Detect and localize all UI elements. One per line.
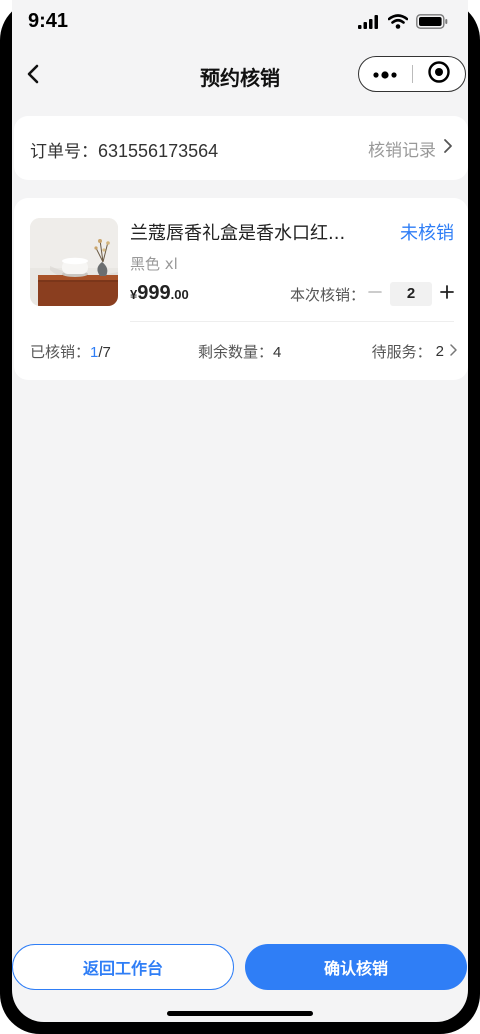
battery-icon — [416, 14, 448, 33]
pending-label: 待服务： — [371, 343, 432, 361]
app-screen: 9:41 预约核销 订单号：631556173564 核销记录 兰蔻唇香礼盒是香… — [12, 0, 468, 1022]
order-number-value: 631556173564 — [98, 141, 219, 161]
order-number-row: 订单号：631556173564 — [30, 137, 218, 162]
decrease-quantity-button[interactable] — [364, 282, 386, 304]
status-bar: 9:41 — [12, 0, 468, 44]
record-link-label: 核销记录 — [368, 141, 436, 161]
price-decimal: .00 — [170, 287, 189, 302]
chevron-right-icon — [442, 138, 454, 159]
verified-count: 已核销：1/7 — [30, 341, 111, 362]
product-image[interactable] — [30, 218, 118, 306]
verified-label: 已核销： — [30, 343, 91, 361]
product-name: 兰蔻唇香礼盒是香水口红... — [130, 223, 346, 244]
remaining-value: 4 — [273, 344, 282, 361]
miniprogram-capsule — [358, 56, 466, 92]
order-card: 订单号：631556173564 核销记录 — [14, 116, 468, 180]
minus-icon — [368, 284, 382, 303]
remaining-count: 剩余数量：4 — [198, 341, 281, 362]
increase-quantity-button[interactable] — [436, 282, 458, 304]
pending-service-link[interactable]: 待服务： 2 — [372, 341, 458, 362]
product-spec: 黑色 xl — [130, 255, 178, 273]
pending-value: 2 — [435, 343, 444, 360]
phone-frame: 9:41 预约核销 订单号：631556173564 核销记录 兰蔻唇香礼盒是香… — [0, 0, 480, 1034]
wifi-icon — [387, 14, 409, 33]
chevron-right-icon — [448, 343, 458, 361]
confirm-verification-button[interactable]: 确认核销 — [245, 944, 467, 990]
card-divider — [130, 321, 454, 322]
plus-icon — [440, 284, 454, 303]
status-icons — [358, 14, 448, 33]
more-dots-icon — [371, 65, 399, 84]
back-to-workbench-button[interactable]: 返回工作台 — [12, 944, 234, 990]
verify-quantity-label: 本次核销： — [290, 286, 366, 304]
verified-total: /7 — [98, 344, 111, 361]
nav-bar: 预约核销 — [12, 50, 468, 100]
verification-record-link[interactable]: 核销记录 — [368, 136, 454, 161]
order-number-label: 订单号： — [30, 142, 98, 162]
target-circle-icon — [427, 60, 451, 88]
home-indicator — [167, 1011, 313, 1016]
signal-icon — [358, 14, 380, 33]
more-button[interactable] — [359, 57, 412, 91]
remaining-label: 剩余数量： — [198, 343, 274, 361]
quantity-input[interactable]: 2 — [390, 282, 432, 306]
close-miniprogram-button[interactable] — [413, 57, 466, 91]
product-price: ¥999.00 — [130, 282, 189, 305]
price-integer: 999 — [137, 282, 171, 304]
status-badge: 未核销 — [400, 223, 454, 244]
status-time: 9:41 — [28, 10, 69, 32]
product-card: 兰蔻唇香礼盒是香水口红... 未核销 黑色 xl ¥999.00 本次核销： 2… — [14, 198, 468, 380]
